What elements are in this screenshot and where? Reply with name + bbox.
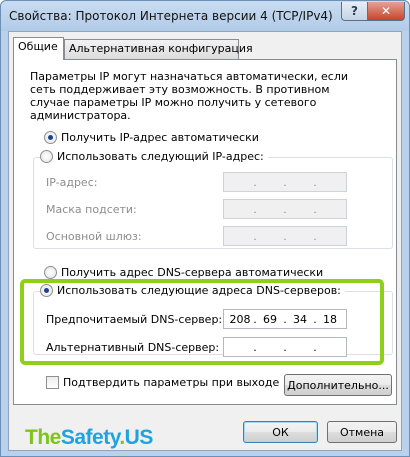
intro-text: Параметры IP могут назначаться автоматич… [30, 70, 349, 122]
window-title: Свойства: Протокол Интернета версии 4 (T… [9, 9, 333, 23]
default-gateway-input: . . . [223, 226, 347, 246]
radio-dns-auto-label: Получить адрес DNS-сервера автоматически [61, 266, 324, 279]
radio-ip-auto[interactable]: Получить IP-адрес автоматически [44, 131, 259, 144]
dns-highlight-frame [20, 279, 384, 365]
checkbox-indicator[interactable] [46, 376, 59, 389]
watermark-logo: TheSafety.US [25, 426, 153, 450]
radio-dns-auto[interactable]: Получить адрес DNS-сервера автоматически [44, 266, 323, 279]
radio-indicator[interactable] [44, 266, 57, 279]
watermark-us: US [124, 426, 154, 449]
help-button[interactable]: ? [341, 2, 368, 21]
ip-address-input: . . . [223, 172, 347, 192]
validate-on-exit-label: Подтвердить параметры при выходе [63, 376, 280, 389]
tab-general[interactable]: Общие [13, 37, 64, 60]
radio-ip-manual-label: Использовать следующий IP-адрес: [57, 150, 264, 163]
radio-indicator[interactable] [40, 150, 53, 163]
cancel-button[interactable]: Отмена [327, 421, 397, 443]
dialog-client-area: Общие Альтернативная конфигурация Параме… [8, 31, 402, 451]
subnet-mask-input: . . . [223, 199, 347, 219]
default-gateway-label: Основной шлюз: [46, 230, 142, 243]
dialog-window: Свойства: Протокол Интернета версии 4 (T… [0, 0, 410, 457]
radio-indicator[interactable] [44, 131, 57, 144]
watermark-the: The [25, 426, 61, 449]
close-button[interactable]: ✕ [367, 2, 405, 21]
title-bar[interactable]: Свойства: Протокол Интернета версии 4 (T… [1, 1, 409, 31]
tab-alternate-config[interactable]: Альтернативная конфигурация [64, 39, 253, 59]
ip-address-label: IP-адрес: [46, 176, 98, 189]
radio-ip-manual[interactable]: Использовать следующий IP-адрес: [40, 150, 268, 163]
watermark-safety: Safety [60, 426, 120, 449]
radio-ip-auto-label: Получить IP-адрес автоматически [61, 131, 259, 144]
advanced-button[interactable]: Дополнительно... [284, 374, 392, 396]
ok-button[interactable]: ОК [243, 421, 318, 443]
subnet-mask-label: Маска подсети: [46, 203, 137, 216]
validate-on-exit-checkbox[interactable]: Подтвердить параметры при выходе [46, 376, 279, 389]
